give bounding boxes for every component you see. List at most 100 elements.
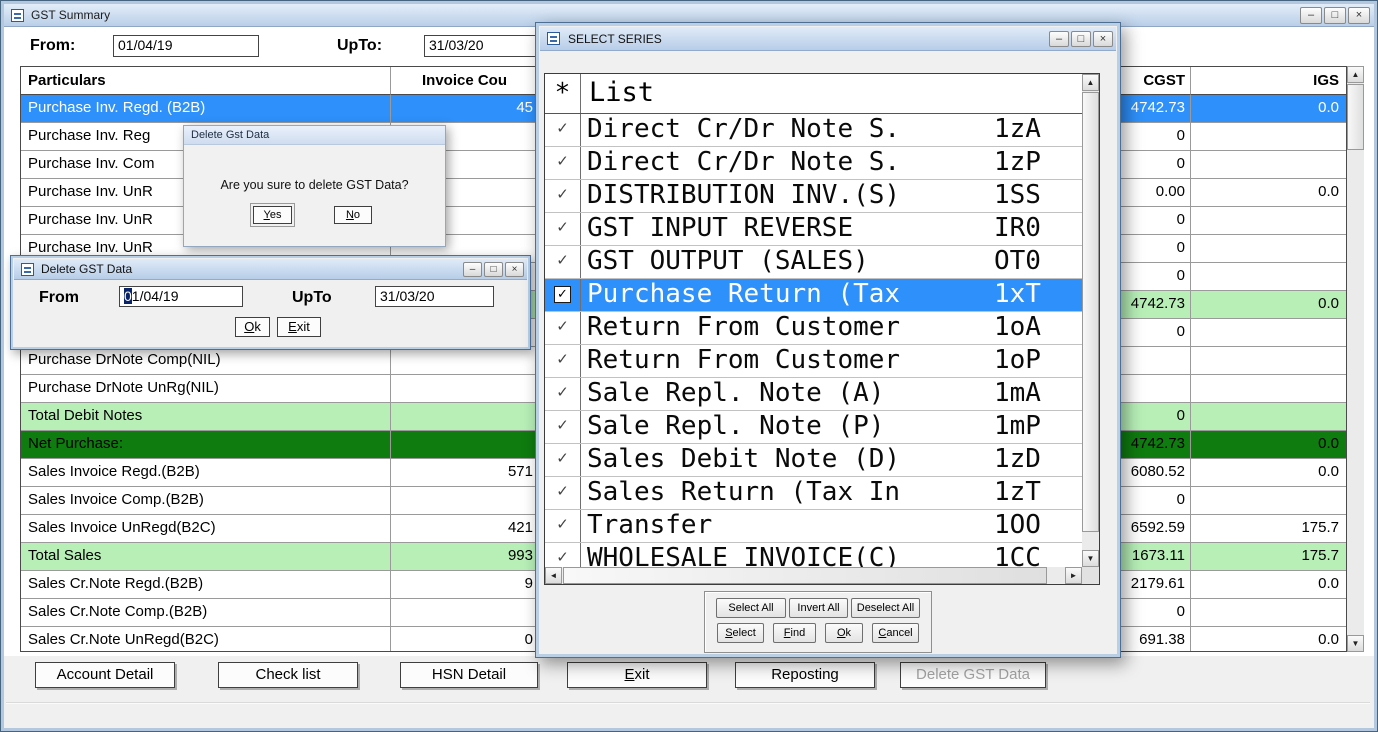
scroll-down-icon[interactable]: ▼ <box>1082 550 1099 567</box>
series-check-cell[interactable]: ✓ ✓ <box>545 147 581 179</box>
series-check-cell[interactable]: ✓ ✓ <box>545 114 581 146</box>
check-mark-icon: ✓ <box>556 384 569 401</box>
series-horizontal-scrollbar[interactable]: ◄ ► <box>545 567 1082 584</box>
footer-button[interactable]: HSN Detail <box>400 662 538 688</box>
header-invoice-count[interactable]: Invoice Cou <box>391 67 539 95</box>
exit-button[interactable]: Exit <box>277 317 321 337</box>
series-row[interactable]: ✓ ✓ Return From Customer 1oP <box>545 345 1082 378</box>
app-icon <box>21 262 34 276</box>
row-invoice-count <box>391 599 539 627</box>
maximize-icon[interactable]: □ <box>1071 30 1091 47</box>
from-date-input[interactable]: 01/04/19 <box>119 286 243 307</box>
footer-button[interactable]: Check list <box>218 662 358 688</box>
ok-button[interactable]: Ok <box>235 317 270 337</box>
series-code: IR0 <box>993 213 1041 243</box>
close-icon[interactable]: × <box>1093 30 1113 47</box>
scroll-thumb[interactable] <box>1082 92 1099 532</box>
app-icon <box>11 8 24 22</box>
yes-button[interactable]: Yes <box>250 203 295 227</box>
series-action-button[interactable]: Select All <box>716 598 786 618</box>
series-check-cell[interactable]: ✓ ✓ <box>545 213 581 245</box>
series-check-cell[interactable]: ✓ ✓ <box>545 543 581 567</box>
series-check-cell[interactable]: ✓ ✓ <box>545 411 581 443</box>
series-check-cell[interactable]: ✓ ✓ <box>545 510 581 542</box>
series-name: Sales Return (Tax In <box>587 477 901 507</box>
series-row[interactable]: ✓ ✓ Direct Cr/Dr Note S. 1zP <box>545 147 1082 180</box>
row-invoice-count <box>391 403 539 431</box>
screen: GST Summary – □ × From: 01/04/19 UpTo: 3… <box>0 0 1378 732</box>
row-invoice-count: 45 <box>391 95 539 123</box>
series-check-cell[interactable]: ✓ ✓ <box>545 246 581 278</box>
header-particulars[interactable]: Particulars <box>21 67 391 95</box>
series-action-button[interactable]: Deselect All <box>851 598 920 618</box>
scroll-up-icon[interactable]: ▲ <box>1082 74 1099 91</box>
delete-gst-data-window: Delete GST Data – □ × From 01/04/19 UpTo… <box>10 255 531 350</box>
checkbox-icon: ✓ <box>554 286 571 303</box>
select-series-titlebar[interactable]: SELECT SERIES – □ × <box>540 27 1116 51</box>
row-invoice-count: 421 <box>391 515 539 543</box>
no-button[interactable]: No <box>334 206 372 224</box>
series-row[interactable]: ✓ ✓ Direct Cr/Dr Note S. 1zA <box>545 114 1082 147</box>
series-check-cell[interactable]: ✓ ✓ <box>545 279 581 311</box>
minimize-icon[interactable]: – <box>463 261 482 277</box>
close-icon[interactable]: × <box>1348 6 1370 24</box>
footer-button[interactable]: Delete GST Data <box>900 662 1046 688</box>
from-date-input[interactable]: 01/04/19 <box>113 35 259 57</box>
footer-button[interactable]: Reposting <box>735 662 875 688</box>
maximize-icon[interactable]: □ <box>484 261 503 277</box>
footer-button[interactable]: Account Detail <box>35 662 175 688</box>
series-row[interactable]: ✓ ✓ Sale Repl. Note (A) 1mA <box>545 378 1082 411</box>
row-particulars: Total Sales <box>21 543 391 571</box>
minimize-icon[interactable]: – <box>1049 30 1069 47</box>
series-check-cell[interactable]: ✓ ✓ <box>545 312 581 344</box>
scroll-up-icon[interactable]: ▲ <box>1347 66 1364 83</box>
series-row[interactable]: ✓ ✓ WHOLESALE INVOICE(C) 1CC <box>545 543 1082 567</box>
scroll-down-icon[interactable]: ▼ <box>1347 635 1364 652</box>
row-igst <box>1191 403 1346 431</box>
series-row[interactable]: ✓ ✓ DISTRIBUTION INV.(S) 1SS <box>545 180 1082 213</box>
series-row[interactable]: ✓ ✓ GST INPUT REVERSE IR0 <box>545 213 1082 246</box>
scroll-thumb[interactable] <box>1347 84 1364 150</box>
maximize-icon[interactable]: □ <box>1324 6 1346 24</box>
series-buttons-row2: Select Find Ok Cancel <box>705 623 931 643</box>
header-igst[interactable]: IGS <box>1191 67 1346 95</box>
series-check-cell[interactable]: ✓ ✓ <box>545 345 581 377</box>
series-action-button[interactable]: Select <box>717 623 764 643</box>
select-series-window: SELECT SERIES – □ × * List ✓ Direct Cr/D… <box>535 22 1121 658</box>
scroll-right-icon[interactable]: ► <box>1065 567 1082 584</box>
series-action-button[interactable]: Invert All <box>789 598 848 618</box>
series-action-button[interactable]: Find <box>773 623 816 643</box>
row-particulars: Purchase DrNote UnRg(NIL) <box>21 375 391 403</box>
series-vertical-scrollbar[interactable]: ▲ ▼ <box>1082 74 1099 567</box>
scroll-thumb[interactable] <box>563 567 1047 584</box>
series-name: Direct Cr/Dr Note S. <box>587 114 901 144</box>
confirm-dialog-titlebar[interactable]: Delete Gst Data <box>184 126 445 145</box>
series-row[interactable]: ✓ ✓ Sales Debit Note (D) 1zD <box>545 444 1082 477</box>
series-row[interactable]: ✓ ✓ Purchase Return (Tax 1xT <box>545 279 1082 312</box>
series-row[interactable]: ✓ ✓ Sales Return (Tax In 1zT <box>545 477 1082 510</box>
series-row[interactable]: ✓ ✓ Sale Repl. Note (P) 1mP <box>545 411 1082 444</box>
table-vertical-scrollbar[interactable]: ▲ ▼ <box>1347 66 1364 652</box>
footer-button[interactable]: Exit <box>567 662 707 688</box>
series-row[interactable]: ✓ ✓ Transfer 1OO <box>545 510 1082 543</box>
series-action-button[interactable]: Ok <box>825 623 863 643</box>
close-icon[interactable]: × <box>505 261 524 277</box>
upto-date-input[interactable]: 31/03/20 <box>375 286 494 307</box>
series-name: Purchase Return (Tax <box>587 279 901 309</box>
row-invoice-count <box>391 431 539 459</box>
series-action-button[interactable]: Cancel <box>872 623 919 643</box>
series-label: Sale Repl. Note (A) 1mA <box>581 378 1041 410</box>
series-check-cell[interactable]: ✓ ✓ <box>545 180 581 212</box>
series-check-cell[interactable]: ✓ ✓ <box>545 378 581 410</box>
series-row[interactable]: ✓ ✓ GST OUTPUT (SALES) OT0 <box>545 246 1082 279</box>
minimize-icon[interactable]: – <box>1300 6 1322 24</box>
series-check-cell[interactable]: ✓ ✓ <box>545 477 581 509</box>
app-icon <box>547 32 560 45</box>
series-row[interactable]: ✓ ✓ Return From Customer 1oA <box>545 312 1082 345</box>
check-mark-icon: ✓ <box>556 483 569 500</box>
confirm-message: Are you sure to delete GST Data? <box>220 178 409 192</box>
delete-window-titlebar[interactable]: Delete GST Data – □ × <box>14 259 527 280</box>
series-check-cell[interactable]: ✓ ✓ <box>545 444 581 476</box>
scroll-left-icon[interactable]: ◄ <box>545 567 562 584</box>
check-mark-icon: ✓ <box>556 153 569 170</box>
